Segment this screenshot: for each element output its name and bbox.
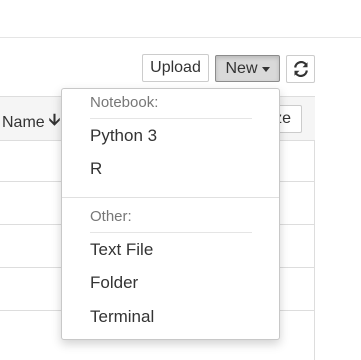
sort-arrow-down-icon: 🡫 <box>48 112 61 129</box>
menu-item-text-file[interactable]: Text File <box>90 240 153 260</box>
header-divider <box>0 37 361 38</box>
caret-down-icon <box>261 67 270 72</box>
new-button-label: New <box>225 59 258 77</box>
upload-button-label: Upload <box>150 59 201 76</box>
menu-item-python3[interactable]: Python 3 <box>90 126 157 146</box>
menu-divider <box>62 197 279 198</box>
menu-item-r[interactable]: R <box>90 159 102 179</box>
new-dropdown-menu: Notebook: Python 3 R Other: Text File Fo… <box>61 88 280 340</box>
notebook-section-header: Notebook: <box>90 94 159 111</box>
notebook-section-divider <box>90 118 252 119</box>
new-dropdown-button[interactable]: New <box>215 55 280 82</box>
refresh-icon <box>293 61 309 77</box>
name-column-label: Name <box>2 113 45 131</box>
menu-item-terminal[interactable]: Terminal <box>90 307 154 327</box>
other-section-divider <box>90 232 252 233</box>
upload-button[interactable]: Upload <box>142 54 209 82</box>
menu-item-folder[interactable]: Folder <box>90 273 138 293</box>
other-section-header: Other: <box>90 208 132 225</box>
refresh-button[interactable] <box>286 55 315 83</box>
file-browser-page: Upload New Name 🡫 ze Notebook: Python 3 … <box>0 0 361 360</box>
sort-by-name-button[interactable]: Name 🡫 <box>2 109 60 136</box>
